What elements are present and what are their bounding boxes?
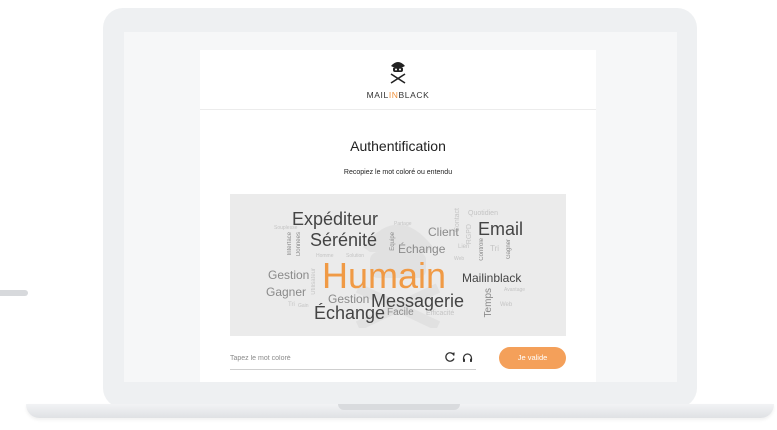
captcha-word: Contrôle: [479, 238, 485, 261]
laptop-notch: [338, 404, 460, 410]
captcha-word: Sérénité: [310, 230, 378, 250]
captcha-word: Gagner: [266, 285, 307, 299]
laptop-mockup: MAILINBLACK Authentification Recopiez le…: [0, 0, 777, 430]
instruction-text: Recopiez le mot coloré ou entendu: [343, 169, 453, 176]
captcha-word: Web: [500, 302, 513, 308]
background-decoration: [0, 290, 28, 296]
captcha-word: Souplesse: [274, 225, 298, 231]
captcha-word: Lien: [458, 244, 470, 250]
captcha-word: Gagner: [506, 239, 512, 260]
captcha-word: RGPD: [466, 224, 473, 245]
headphones-icon[interactable]: [462, 352, 473, 363]
captcha-input-row: [230, 346, 476, 370]
captcha-word: Email: [478, 219, 524, 239]
captcha-word: Échange: [314, 303, 386, 323]
captcha-word: Utilisateur: [311, 268, 317, 295]
pirate-logo-icon: [390, 62, 406, 84]
captcha-word: Tri: [490, 244, 500, 253]
card-header: MAILINBLACK: [200, 50, 596, 110]
captcha-word: Données: [296, 232, 302, 257]
captcha-word: Quotidien: [468, 210, 498, 217]
validate-button[interactable]: Je valide: [499, 347, 566, 369]
captcha-word: Équipe: [390, 232, 396, 251]
captcha-word-cloud: Expéditeur Partage Souplesse Contact Quo…: [230, 194, 566, 336]
captcha-word: Interface: [287, 232, 293, 256]
captcha-word: Tri: [288, 302, 295, 308]
captcha-word: Web: [454, 256, 465, 262]
captcha-word: Partage: [394, 221, 412, 227]
captcha-highlighted-word: Humain: [322, 255, 447, 296]
laptop-screen: MAILINBLACK Authentification Recopiez le…: [124, 32, 677, 382]
refresh-icon[interactable]: [444, 351, 456, 363]
captcha-word: Gestion: [268, 268, 310, 282]
authentication-card: MAILINBLACK Authentification Recopiez le…: [200, 50, 596, 382]
page-title: Authentification: [350, 138, 446, 154]
captcha-word: Efficacité: [426, 310, 455, 317]
captcha-answer-input[interactable]: [230, 350, 430, 366]
captcha-word: Facile: [387, 307, 414, 318]
captcha-word: Avantage: [504, 287, 526, 293]
captcha-word: Mailinblack: [462, 271, 522, 285]
captcha-word: Client: [428, 225, 459, 239]
captcha-word: Temps: [483, 288, 494, 318]
captcha-word: Échange: [398, 242, 446, 256]
captcha-word: Gain: [298, 303, 309, 309]
captcha-word: Expéditeur: [292, 209, 379, 229]
brand-name: MAILINBLACK: [366, 90, 430, 100]
